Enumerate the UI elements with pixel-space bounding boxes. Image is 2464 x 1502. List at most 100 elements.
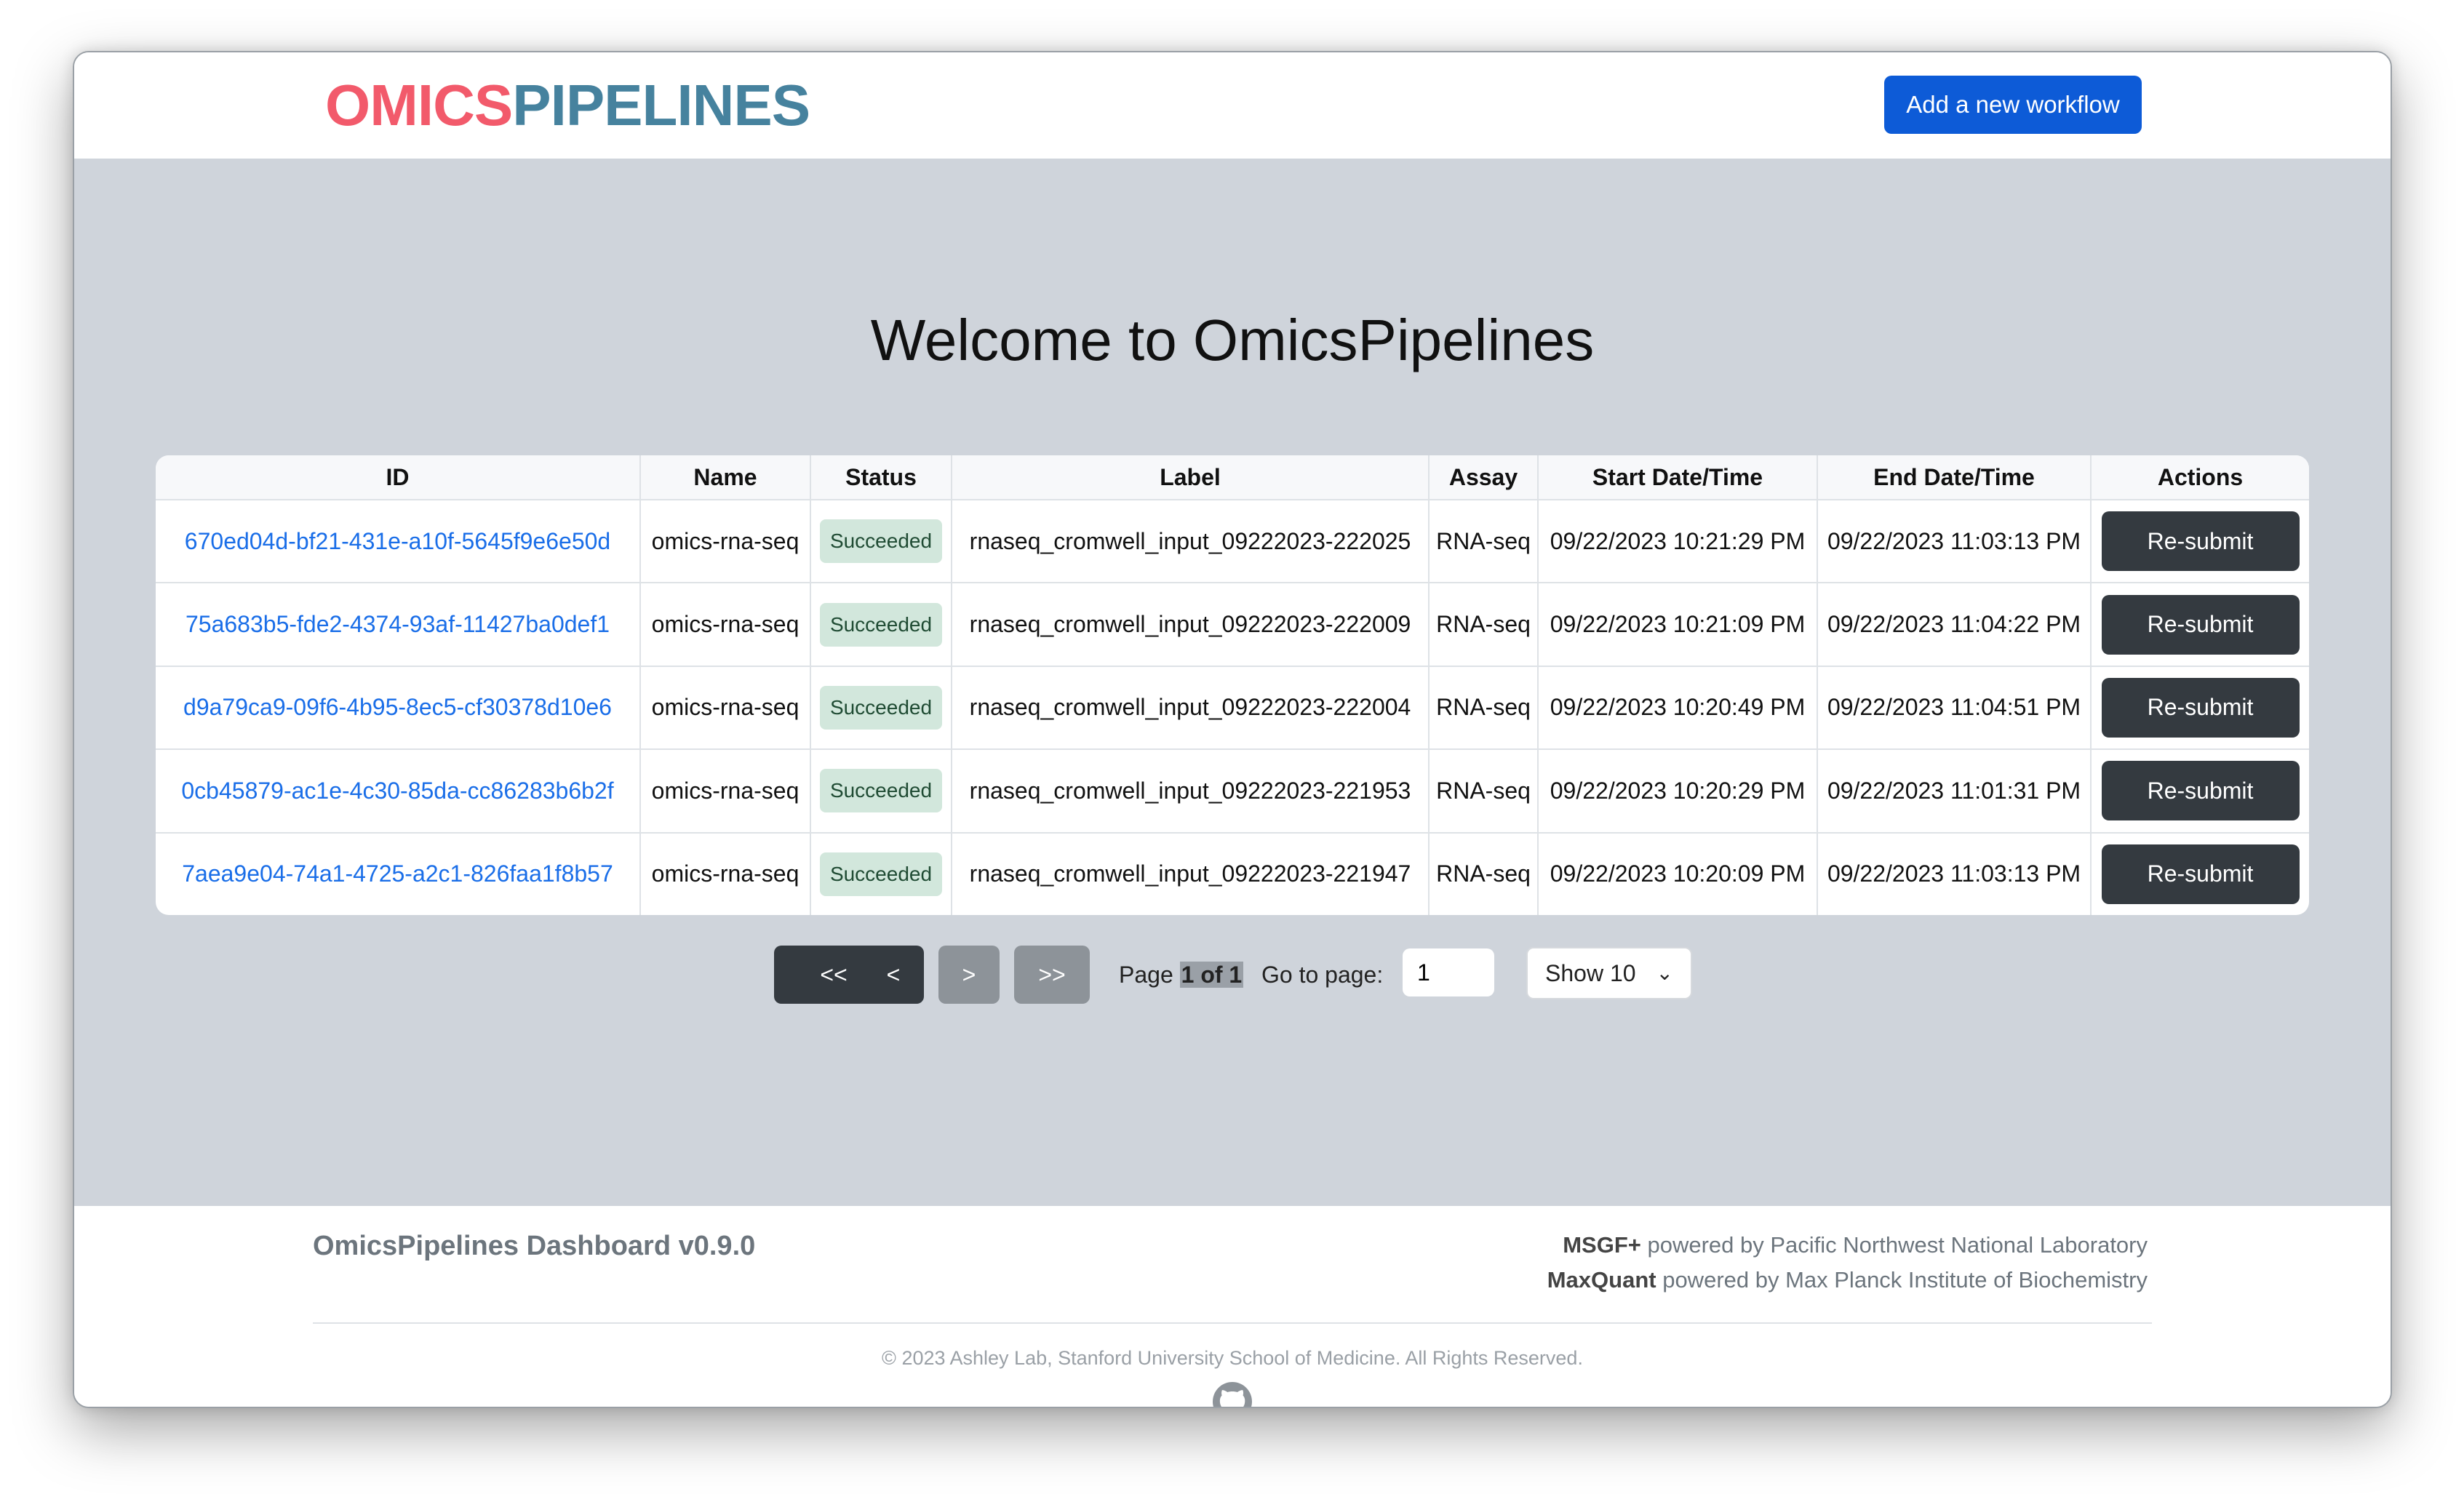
workflow-id-link[interactable]: 670ed04d-bf21-431e-a10f-5645f9e6e50d (185, 528, 610, 554)
github-icon[interactable] (1213, 1382, 1252, 1408)
cell-label: rnaseq_cromwell_input_09222023-221947 (952, 832, 1430, 915)
last-page-button[interactable]: >> (1014, 946, 1090, 1004)
resubmit-button[interactable]: Re-submit (2101, 511, 2300, 572)
credit-msgf: MSGF+ powered by Pacific Northwest Natio… (1547, 1228, 2148, 1263)
workflow-table-card: ID Name Status Label Assay Start Date/Ti… (156, 455, 2309, 915)
cell-assay: RNA-seq (1429, 749, 1539, 834)
navbar: OMICSPIPELINES Add a new workflow (74, 52, 2391, 159)
table-header-row: ID Name Status Label Assay Start Date/Ti… (156, 455, 2309, 500)
resubmit-button[interactable]: Re-submit (2101, 677, 2300, 738)
cell-assay: RNA-seq (1429, 583, 1539, 667)
cell-label: rnaseq_cromwell_input_09222023-221953 (952, 749, 1430, 834)
cell-start: 09/22/2023 10:20:09 PM (1538, 832, 1818, 915)
cell-label: rnaseq_cromwell_input_09222023-222004 (952, 666, 1430, 751)
status-badge: Succeeded (819, 602, 943, 647)
cell-end: 09/22/2023 11:04:51 PM (1817, 666, 2092, 751)
logo-pipelines: PIPELINES (512, 73, 810, 137)
cell-id: 75a683b5-fde2-4374-93af-11427ba0def1 (156, 583, 641, 667)
cell-end: 09/22/2023 11:04:22 PM (1817, 583, 2092, 667)
goto-label: Go to page: (1261, 962, 1384, 988)
cell-assay: RNA-seq (1429, 832, 1539, 915)
prev-page-button[interactable]: < (863, 946, 924, 1004)
table-row: d9a79ca9-09f6-4b95-8ec5-cf30378d10e6 omi… (156, 666, 2309, 751)
footer-credits: MSGF+ powered by Pacific Northwest Natio… (1547, 1228, 2148, 1298)
status-badge: Succeeded (819, 852, 943, 896)
credit-msgf-text: powered by Pacific Northwest National La… (1647, 1232, 2148, 1258)
page-size-value: Show 10 (1545, 960, 1636, 986)
next-page-button[interactable]: > (938, 946, 1000, 1004)
workflow-id-link[interactable]: 75a683b5-fde2-4374-93af-11427ba0def1 (186, 611, 610, 637)
goto-page-input[interactable] (1403, 948, 1494, 996)
cell-assay: RNA-seq (1429, 500, 1539, 584)
cell-status: Succeeded (810, 832, 952, 915)
cell-status: Succeeded (810, 749, 952, 834)
status-badge: Succeeded (819, 685, 943, 730)
cell-end: 09/22/2023 11:03:13 PM (1817, 832, 2092, 915)
cell-name: omics-rna-seq (640, 832, 811, 915)
cell-start: 09/22/2023 10:21:09 PM (1538, 583, 1818, 667)
cell-id: 0cb45879-ac1e-4c30-85da-cc86283b6b2f (156, 749, 641, 834)
main-content: Welcome to OmicsPipelines ID Name Status… (74, 159, 2391, 1206)
column-header-label[interactable]: Label (952, 455, 1430, 500)
workflow-table: ID Name Status Label Assay Start Date/Ti… (156, 455, 2309, 915)
cell-actions: Re-submit (2091, 500, 2309, 584)
cell-id: d9a79ca9-09f6-4b95-8ec5-cf30378d10e6 (156, 666, 641, 751)
cell-label: rnaseq_cromwell_input_09222023-222025 (952, 500, 1430, 584)
column-header-end[interactable]: End Date/Time (1817, 455, 2092, 500)
status-badge: Succeeded (819, 769, 943, 813)
footer-brand: OmicsPipelines Dashboard v0.9.0 (313, 1231, 756, 1261)
cell-id: 7aea9e04-74a1-4725-a2c1-826faa1f8b57 (156, 832, 641, 915)
cell-start: 09/22/2023 10:20:49 PM (1538, 666, 1818, 751)
column-header-assay[interactable]: Assay (1429, 455, 1539, 500)
table-row: 7aea9e04-74a1-4725-a2c1-826faa1f8b57 omi… (156, 832, 2309, 915)
cell-actions: Re-submit (2091, 583, 2309, 667)
cell-actions: Re-submit (2091, 749, 2309, 834)
workflow-id-link[interactable]: 7aea9e04-74a1-4725-a2c1-826faa1f8b57 (182, 860, 613, 887)
cell-end: 09/22/2023 11:03:13 PM (1817, 500, 2092, 584)
browser-window: OMICSPIPELINES Add a new workflow Welcom… (73, 51, 2392, 1408)
cell-name: omics-rna-seq (640, 749, 811, 834)
column-header-status[interactable]: Status (810, 455, 952, 500)
cell-name: omics-rna-seq (640, 666, 811, 751)
cell-actions: Re-submit (2091, 666, 2309, 751)
cell-status: Succeeded (810, 583, 952, 667)
credit-maxquant: MaxQuant powered by Max Planck Institute… (1547, 1263, 2148, 1298)
cell-end: 09/22/2023 11:01:31 PM (1817, 749, 2092, 834)
resubmit-button[interactable]: Re-submit (2101, 594, 2300, 655)
footer-divider (313, 1322, 2152, 1324)
footer: OmicsPipelines Dashboard v0.9.0 MSGF+ po… (74, 1206, 2391, 1407)
column-header-start[interactable]: Start Date/Time (1538, 455, 1818, 500)
workflow-id-link[interactable]: 0cb45879-ac1e-4c30-85da-cc86283b6b2f (181, 778, 613, 804)
credit-maxquant-text: powered by Max Planck Institute of Bioch… (1662, 1267, 2148, 1293)
page-indicator: Page 1 of 1 (1119, 960, 1244, 989)
page-value: 1 of 1 (1179, 962, 1244, 988)
table-row: 75a683b5-fde2-4374-93af-11427ba0def1 omi… (156, 583, 2309, 667)
cell-name: omics-rna-seq (640, 500, 811, 584)
cell-actions: Re-submit (2091, 833, 2309, 915)
credit-maxquant-name: MaxQuant (1547, 1267, 1656, 1293)
page-title: Welcome to OmicsPipelines (870, 308, 1595, 372)
column-header-name[interactable]: Name (640, 455, 811, 500)
table-row: 0cb45879-ac1e-4c30-85da-cc86283b6b2f omi… (156, 749, 2309, 834)
credit-msgf-name: MSGF+ (1563, 1232, 1641, 1258)
pagination: << < > >> Page 1 of 1 Go to page: Show 1… (74, 946, 2391, 1005)
resubmit-button[interactable]: Re-submit (2101, 844, 2300, 904)
cell-start: 09/22/2023 10:20:29 PM (1538, 749, 1818, 834)
status-badge: Succeeded (819, 519, 943, 564)
page-size-select[interactable]: Show 10 ⌄ (1526, 947, 1692, 999)
column-header-id[interactable]: ID (156, 455, 641, 500)
resubmit-button[interactable]: Re-submit (2101, 761, 2300, 821)
add-workflow-button[interactable]: Add a new workflow (1884, 76, 2142, 134)
workflow-id-link[interactable]: d9a79ca9-09f6-4b95-8ec5-cf30378d10e6 (183, 694, 612, 720)
cell-assay: RNA-seq (1429, 666, 1539, 751)
cell-status: Succeeded (810, 666, 952, 751)
cell-start: 09/22/2023 10:21:29 PM (1538, 500, 1818, 584)
copyright: © 2023 Ashley Lab, Stanford University S… (882, 1347, 1583, 1369)
cell-name: omics-rna-seq (640, 583, 811, 667)
table-row: 670ed04d-bf21-431e-a10f-5645f9e6e50d omi… (156, 500, 2309, 584)
logo[interactable]: OMICSPIPELINES (325, 73, 810, 138)
chevron-down-icon: ⌄ (1656, 962, 1673, 984)
cell-label: rnaseq_cromwell_input_09222023-222009 (952, 583, 1430, 667)
cell-id: 670ed04d-bf21-431e-a10f-5645f9e6e50d (156, 500, 641, 584)
column-header-actions: Actions (2091, 455, 2309, 500)
